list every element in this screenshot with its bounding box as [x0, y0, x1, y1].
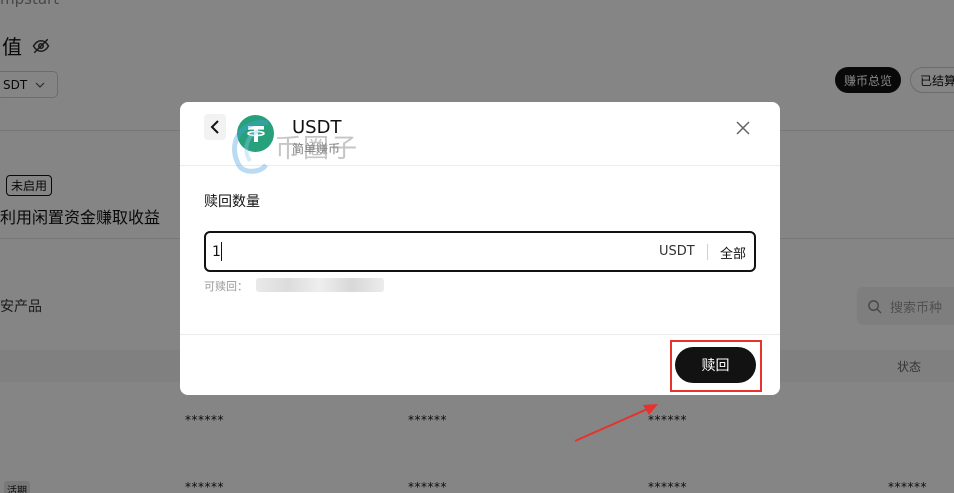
- redeem-amount-label: 赎回数量: [204, 194, 260, 210]
- text-caret: [221, 242, 222, 261]
- back-chevron-icon: [210, 120, 219, 134]
- annotation-highlight: [670, 340, 762, 392]
- unit-label: USDT: [659, 244, 695, 259]
- unit-divider: [707, 244, 708, 260]
- available-amount-blurred: [256, 278, 384, 292]
- close-icon[interactable]: [733, 118, 753, 138]
- redeem-amount-field[interactable]: USDT 全部: [204, 231, 756, 272]
- available-label: 可赎回：: [204, 280, 248, 293]
- watermark-text: 币圈子: [275, 134, 360, 164]
- modal-footer-divider: [180, 334, 780, 335]
- annotation-arrow: [574, 404, 658, 442]
- redeem-amount-input[interactable]: [212, 233, 632, 270]
- max-all-button[interactable]: 全部: [720, 243, 746, 262]
